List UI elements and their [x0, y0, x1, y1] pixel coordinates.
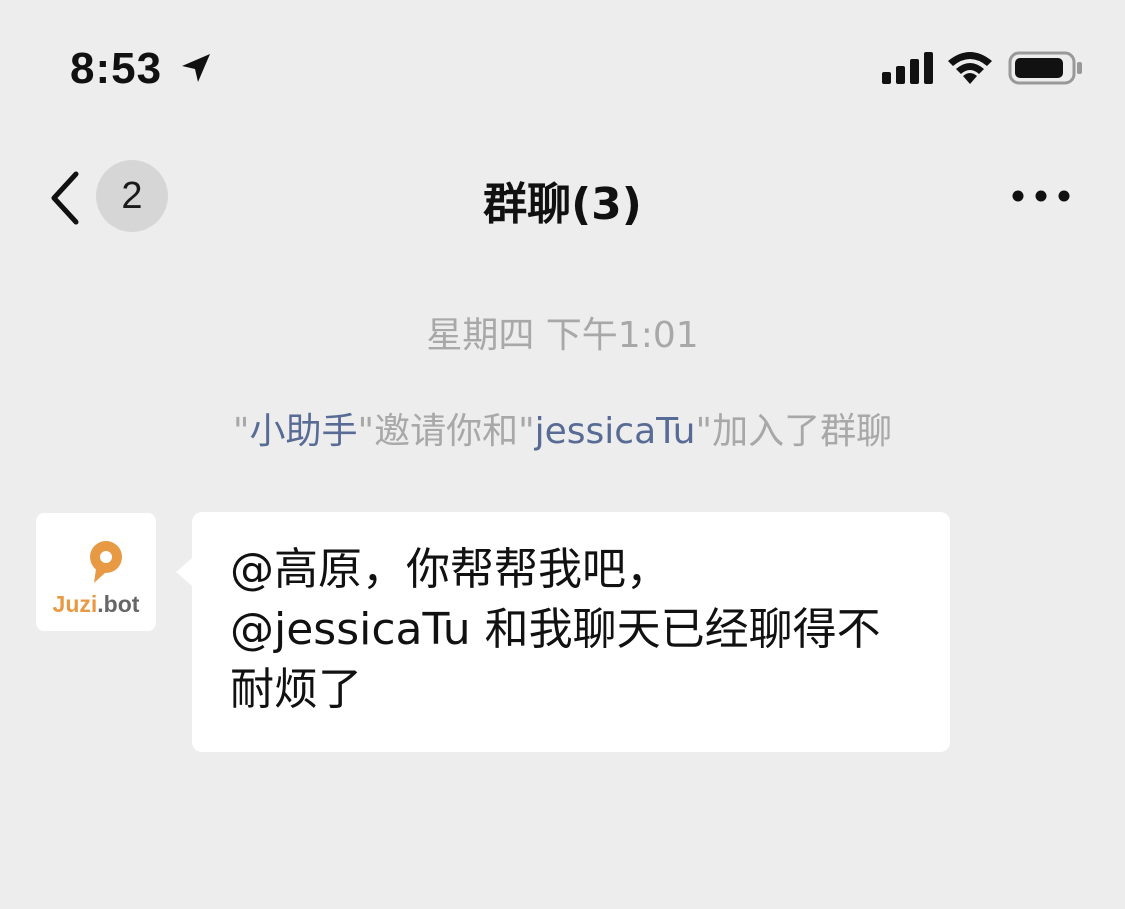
location-arrow-icon: [182, 54, 210, 82]
message-text-line: @高原，你帮帮我吧，: [230, 544, 670, 595]
status-time: 8:53: [70, 44, 163, 93]
status-bar: 8:53: [0, 0, 1125, 130]
quote-mark: ": [695, 411, 713, 452]
quote-mark: ": [518, 411, 535, 452]
message-text-line: 耐烦了: [230, 664, 362, 715]
message-timestamp: 星期四 下午1:01: [426, 315, 699, 356]
quote-mark: ": [357, 411, 375, 452]
avatar-brand-text: Juzi.bot: [36, 591, 156, 618]
chat-title: 群聊(3): [483, 179, 642, 230]
ellipsis-icon[interactable]: [1006, 184, 1076, 208]
avatar-brand-part1: Juzi: [52, 591, 98, 617]
cellular-signal-icon: [882, 52, 933, 84]
bubble-tail: [176, 558, 192, 586]
quote-mark: ": [232, 411, 250, 452]
chat-header: 2 群聊(3): [0, 140, 1125, 260]
battery-icon: [1008, 51, 1082, 85]
juzi-bot-logo-icon: [90, 541, 122, 583]
message-bubble[interactable]: @高原，你帮帮我吧， @jessicaTu 和我聊天已经聊得不 耐烦了: [192, 512, 950, 752]
avatar-brand-part2: .bot: [97, 591, 140, 617]
sender-avatar[interactable]: Juzi.bot: [36, 513, 156, 631]
inviter-name-link[interactable]: 小助手: [249, 411, 357, 452]
system-notice-text: 邀请你和: [374, 411, 519, 452]
wifi-icon: [948, 52, 992, 84]
message-text-line: @jessicaTu 和我聊天已经聊得不: [230, 604, 881, 655]
system-notice: "小助手"邀请你和"jessicaTu"加入了群聊: [0, 402, 1125, 454]
system-notice-text: 加入了群聊: [712, 411, 893, 452]
invitee-name-link[interactable]: jessicaTu: [535, 411, 696, 452]
